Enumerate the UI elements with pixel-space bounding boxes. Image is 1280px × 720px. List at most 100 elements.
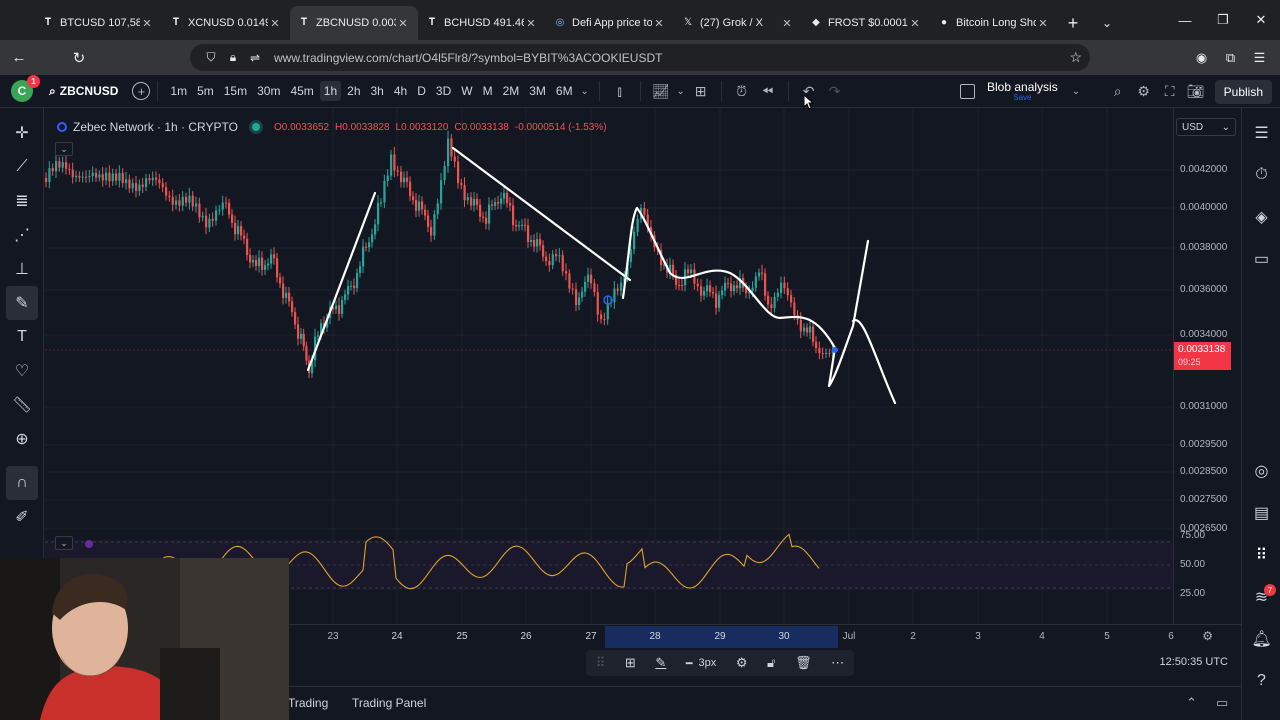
symbol-search[interactable]: ⌕ ZBCNUSD (49, 84, 118, 99)
notifications-bell-icon[interactable]: 🔔︎ (1242, 618, 1280, 660)
bookmark-star-icon[interactable]: ☆ (1069, 49, 1082, 66)
quick-search-icon[interactable]: ⌕ (1105, 79, 1131, 105)
line-color-pencil-icon[interactable]: ✎ (655, 655, 666, 671)
delete-trash-icon[interactable]: 🗑︎ (795, 655, 812, 671)
browser-tab[interactable]: 𝕏 (27) Grok / X ✕ (674, 6, 802, 40)
compare-symbol-plus-icon[interactable]: + (132, 82, 151, 100)
interval-chevron-icon[interactable]: ⌄ (578, 78, 592, 104)
omnibox[interactable]: ⛉ 🔒︎ ⇌ www.tradingview.com/chart/O4l5Flr… (190, 44, 1090, 71)
drag-handle-icon[interactable]: ⠿ (596, 655, 606, 671)
lock-icon[interactable]: 🔓︎ (767, 655, 775, 671)
browser-tab[interactable]: 𝐓 BCHUSD 491.46 ▼✕ (418, 6, 546, 40)
close-tab-icon[interactable]: ✕ (396, 17, 410, 30)
interval-30m-button[interactable]: 30m (253, 81, 284, 101)
legend-title[interactable]: Zebec Network · 1h · CRYPTO (73, 120, 238, 134)
calendar-icon[interactable]: ▤ (1242, 492, 1280, 534)
close-tab-icon[interactable]: ✕ (268, 17, 282, 30)
interval-6m-button[interactable]: 6M (552, 81, 577, 101)
close-tab-icon[interactable]: ✕ (524, 17, 538, 30)
browser-tab[interactable]: 𝐓 ZBCNUSD 0.00331✕ (290, 6, 418, 40)
indicator-collapse-chevron-icon[interactable]: ⌄ (55, 536, 73, 550)
extensions-icon[interactable]: ⧉ (1216, 44, 1245, 71)
magnet-icon[interactable]: ∩ (6, 466, 38, 500)
replay-icon[interactable]: ⏪︎ (755, 78, 781, 104)
settings-gear-icon[interactable]: ⚙ (1131, 79, 1157, 105)
trendline-icon[interactable]: ⟋ (0, 150, 44, 184)
back-icon[interactable]: ← (4, 43, 34, 73)
interval-4h-button[interactable]: 4h (390, 81, 411, 101)
collapse-panel-chevron-icon[interactable]: ⌃ (1186, 695, 1197, 711)
maximize-panel-icon[interactable]: ▭ (1216, 695, 1228, 711)
crosshair-icon[interactable]: ✛ (0, 116, 44, 150)
redo-icon[interactable]: ↷ (822, 78, 848, 104)
chart-canvas[interactable] (45, 108, 1173, 636)
zoom-icon[interactable]: ⊕ (0, 422, 44, 456)
indicators-icon[interactable]: 📈︎ (648, 78, 674, 104)
lock-drawing-icon[interactable]: ✐ (0, 500, 44, 534)
interval-d-button[interactable]: D (413, 81, 430, 101)
target-icon[interactable]: ◎ (1242, 450, 1280, 492)
line-width-selector[interactable]: ━ 3px (686, 657, 716, 670)
browser-tab[interactable]: ◆ FROST $0.000189✕ (802, 6, 930, 40)
interval-3d-button[interactable]: 3D (432, 81, 455, 101)
price-axis[interactable]: USD ⌄ 0.0042000 0.0040000 0.0038000 0.00360… (1173, 108, 1241, 636)
camera-icon[interactable]: 📷︎ (1183, 79, 1209, 105)
interval-m-button[interactable]: M (479, 81, 497, 101)
close-tab-icon[interactable]: ✕ (1036, 17, 1050, 30)
avatar[interactable]: C 1 (11, 75, 40, 102)
close-tab-icon[interactable]: ✕ (140, 17, 154, 30)
layout-selector[interactable]: Blob analysis Save ⌄ (960, 75, 1080, 108)
trading-tab[interactable]: Trading (288, 696, 328, 710)
interval-2m-button[interactable]: 2M (499, 81, 524, 101)
interval-3h-button[interactable]: 3h (367, 81, 388, 101)
help-icon[interactable]: ? (1242, 660, 1280, 702)
legend-collapse-chevron-icon[interactable]: ⌄ (55, 142, 73, 156)
trading-panel-tab[interactable]: Trading Panel (352, 696, 426, 710)
watchlist-icon[interactable]: ☰ (1242, 112, 1280, 154)
drawing-settings-icon[interactable]: ⚙ (736, 655, 748, 671)
brush-icon[interactable]: ✎ (6, 286, 38, 320)
layout-chevron-icon[interactable]: ⌄ (1072, 86, 1080, 97)
interval-1m-button[interactable]: 1m (166, 81, 191, 101)
layout-checkbox-icon[interactable] (960, 84, 975, 99)
interval-5m-button[interactable]: 5m (193, 81, 218, 101)
more-icon[interactable]: ⋯ (831, 655, 844, 671)
interval-45m-button[interactable]: 45m (286, 81, 317, 101)
restore-icon[interactable]: ❐ (1204, 0, 1242, 40)
visibility-icon[interactable] (57, 122, 67, 132)
lock-icon[interactable]: 🔒︎ (222, 50, 244, 65)
projection-icon[interactable]: ⊥ (0, 252, 44, 286)
reload-icon[interactable]: ↻ (64, 43, 94, 73)
fib-icon[interactable]: ≣ (0, 184, 44, 218)
text-icon[interactable]: T (0, 320, 44, 354)
currency-selector[interactable]: USD ⌄ (1176, 118, 1236, 136)
candles-icon[interactable]: ⫾ (607, 78, 633, 104)
utc-clock[interactable]: 12:50:35 UTC (1160, 656, 1228, 668)
chat-icon[interactable]: ▭ (1242, 238, 1280, 280)
interval-3m-button[interactable]: 3M (525, 81, 550, 101)
browser-tab[interactable]: ◎ Defi App price tod ✕ (546, 6, 674, 40)
streams-icon[interactable]: ≋ 7 (1242, 576, 1280, 618)
interval-w-button[interactable]: W (457, 81, 476, 101)
close-tab-icon[interactable]: ✕ (780, 17, 794, 30)
fullscreen-icon[interactable]: ⛶ (1157, 79, 1183, 105)
minimize-icon[interactable]: — (1166, 0, 1204, 40)
publish-button[interactable]: Publish (1214, 79, 1272, 104)
new-tab-button[interactable]: + (1058, 6, 1088, 40)
tab-search-chevron-icon[interactable]: ⌄ (1092, 6, 1122, 40)
close-tab-icon[interactable]: ✕ (908, 17, 922, 30)
alert-icon[interactable]: ⏰︎ (729, 78, 755, 104)
browser-tab[interactable]: 𝐓 BTCUSD 107,583.6✕ (34, 6, 162, 40)
pattern-icon[interactable]: ⋰ (0, 218, 44, 252)
indicators-chevron-icon[interactable]: ⌄ (674, 78, 688, 104)
template-icon[interactable]: ⊞ (625, 655, 636, 671)
ruler-icon[interactable]: 📏︎ (0, 388, 44, 422)
close-tab-icon[interactable]: ✕ (652, 17, 666, 30)
interval-2h-button[interactable]: 2h (343, 81, 364, 101)
interval-15m-button[interactable]: 15m (220, 81, 251, 101)
favorite-heart-icon[interactable]: ♡ (0, 354, 44, 388)
close-window-icon[interactable]: ✕ (1242, 0, 1280, 40)
axis-settings-gear-icon[interactable]: ⚙ (1202, 629, 1213, 643)
profile-icon[interactable]: ◉ (1187, 44, 1216, 71)
chart-pane[interactable]: Zebec Network · 1h · CRYPTO O0.0033652 H… (45, 108, 1173, 636)
